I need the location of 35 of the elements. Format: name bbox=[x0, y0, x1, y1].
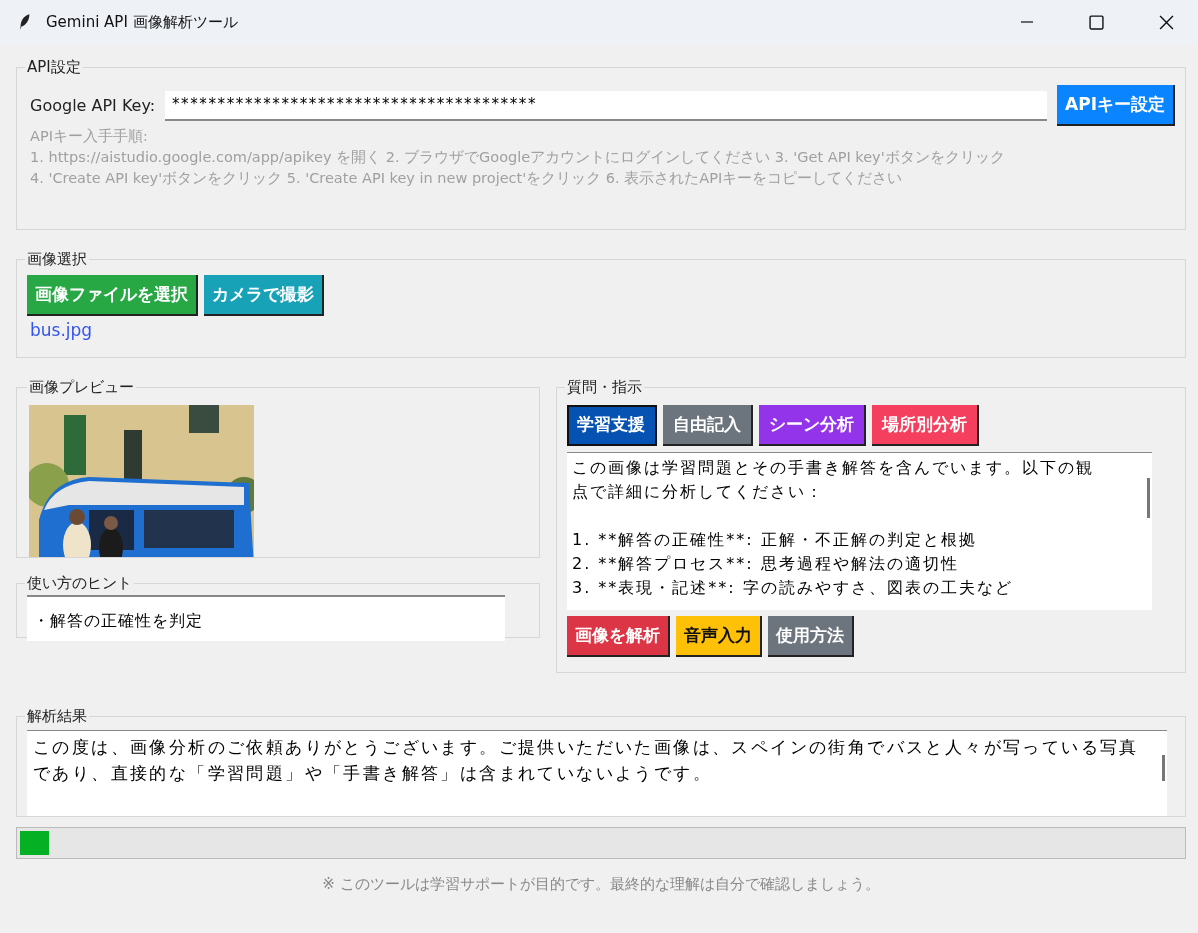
set-api-key-button[interactable]: APIキー設定 bbox=[1057, 85, 1175, 126]
prompt-tab[interactable]: 自由記入 bbox=[663, 405, 753, 446]
close-icon[interactable] bbox=[1159, 14, 1174, 30]
select-file-button[interactable]: 画像ファイルを選択 bbox=[27, 275, 198, 316]
maximize-icon[interactable] bbox=[1089, 14, 1104, 30]
group-title: API設定 bbox=[26, 58, 82, 77]
group-title: 使い方のヒント bbox=[26, 574, 133, 593]
action-button[interactable]: 画像を解析 bbox=[567, 616, 670, 657]
group-title: 質問・指示 bbox=[566, 378, 643, 397]
prompt-text: 3. **表現・記述**: 字の読みやすさ、図表の工夫など bbox=[572, 577, 1014, 599]
action-button[interactable]: 使用方法 bbox=[768, 616, 854, 657]
prompt-tab[interactable]: シーン分析 bbox=[759, 405, 866, 446]
camera-button[interactable]: カメラで撮影 bbox=[204, 275, 324, 316]
result-text: この度は、画像分析のご依頼ありがとうございます。ご提供いただいた画像は、スペインの街角でバスと人々が写っている写真 bbox=[33, 736, 1140, 759]
prompt-field[interactable]: この画像は学習問題とその手書き解答を含んでいます。以下の観 点で詳細に分析してください： 1. **解答の正確性**: 正解・不正解の判定と根拠 2. **解答プロセス**: 思考過程や解法の適切性 3. **表現・記述**: 字の読みやすさ、図表の工夫など bbox=[567, 452, 1152, 610]
prompt-text: 1. **解答の正確性**: 正解・不正解の判定と根拠 bbox=[572, 529, 978, 551]
group-title: 画像選択 bbox=[26, 250, 88, 269]
group-title: 画像プレビュー bbox=[28, 379, 135, 397]
file-name: bus.jpg bbox=[30, 320, 94, 340]
prompt-tab[interactable]: 場所別分析 bbox=[872, 405, 979, 446]
hint-text: ・解答の正確性を判定 bbox=[33, 611, 204, 631]
instructions-heading: APIキー入手手順: bbox=[30, 127, 149, 146]
prompt-text: 点で詳細に分析してください： bbox=[572, 481, 825, 503]
prompt-text: 2. **解答プロセス**: 思考過程や解法の適切性 bbox=[572, 553, 960, 575]
window-title: Gemini API 画像解析ツール bbox=[46, 12, 238, 32]
footer-note: ※ このツールは学習サポートが目的です。最終的な理解は自分で確認しましょう。 bbox=[321, 875, 881, 894]
action-button[interactable]: 音声入力 bbox=[676, 616, 762, 657]
field-label: Google API Key: bbox=[30, 96, 156, 115]
result-text: であり、直接的な「学習問題」や「手書き解答」は含まれていないようです。 bbox=[33, 762, 713, 785]
group-title: 解析結果 bbox=[26, 707, 88, 726]
api-key-field[interactable]: **************************************** bbox=[165, 90, 1048, 121]
instructions-text: 4. 'Create API key'ボタンをクリック 5. 'Create API key in new project'をクリック 6. 表示されたAPIキーをコピーしてください bbox=[30, 169, 904, 188]
prompt-text: この画像は学習問題とその手書き解答を含んでいます。以下の観 bbox=[572, 457, 1095, 479]
instructions-text: 1. https://aistudio.google.com/app/apikey を開く 2. ブラウザでGoogleアカウントにログインしてください 3. 'Get API key'ボタンをクリック bbox=[30, 148, 1006, 167]
prompt-tab[interactable]: 学習支援 bbox=[567, 405, 657, 446]
